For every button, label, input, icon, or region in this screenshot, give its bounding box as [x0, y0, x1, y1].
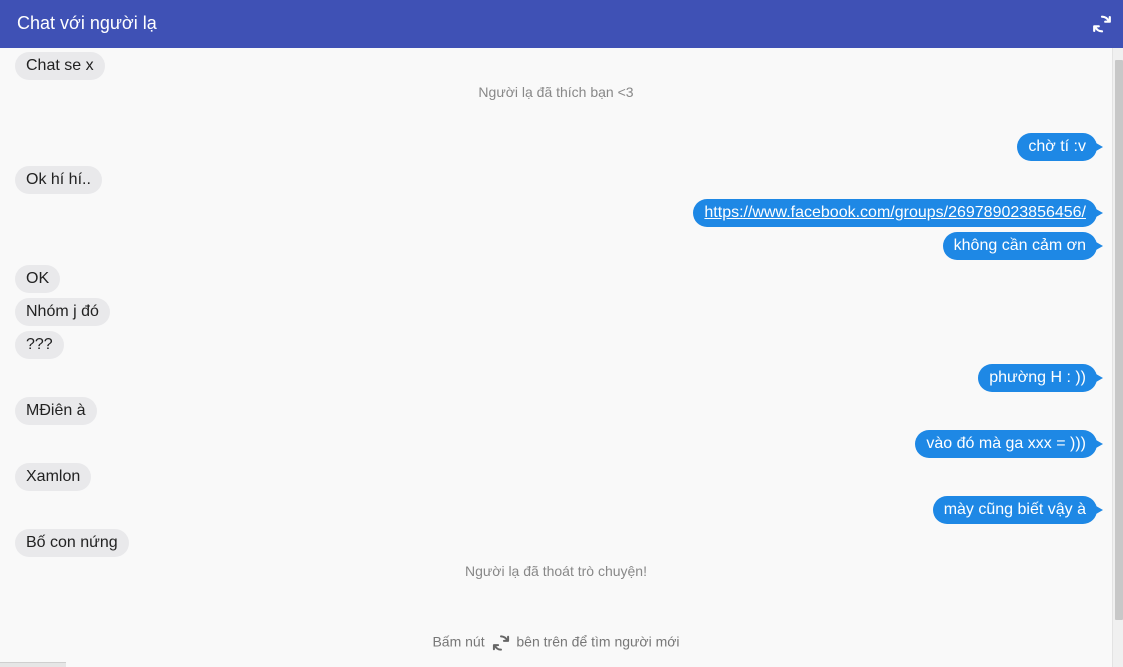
- app-header: Chat với người lạ: [0, 0, 1123, 48]
- outgoing-message: không cần cảm ơn: [942, 232, 1104, 260]
- chat-messages[interactable]: Chat se x Người lạ đã thích bạn <3 chờ t…: [0, 48, 1112, 615]
- outgoing-message: chờ tí :v: [1017, 133, 1103, 161]
- system-notice: Người lạ đã thoát trò chuyện!: [465, 563, 647, 579]
- incoming-message: Bố con nứng: [15, 529, 129, 557]
- incoming-message: Xamlon: [15, 463, 92, 491]
- incoming-message: MĐiên à: [15, 397, 97, 425]
- incoming-message: OK: [15, 265, 61, 293]
- chat-scrollbar[interactable]: [1112, 48, 1123, 667]
- footer-hint: Bấm nút bên trên để tìm người mới: [0, 615, 1112, 667]
- outgoing-message: https://www.facebook.com/groups/26978902…: [693, 199, 1103, 227]
- page-title: Chat với người lạ: [17, 13, 157, 33]
- outgoing-message: vào đó mà ga xxx = ))): [915, 430, 1103, 458]
- refresh-icon: [491, 633, 511, 653]
- footer-text-before: Bấm nút: [432, 633, 485, 650]
- scrollbar-thumb[interactable]: [1115, 60, 1123, 620]
- bottom-strip: [0, 662, 66, 667]
- footer-text-after: bên trên để tìm người mới: [516, 633, 680, 650]
- outgoing-message: phường H : )): [978, 364, 1103, 392]
- incoming-message: Nhóm j đó: [15, 298, 110, 326]
- system-notice: Người lạ đã thích bạn <3: [478, 84, 634, 100]
- message-link[interactable]: https://www.facebook.com/groups/26978902…: [704, 204, 1086, 221]
- refresh-icon[interactable]: [1091, 13, 1113, 35]
- incoming-message: Ok hí hí..: [15, 166, 102, 194]
- incoming-message: ???: [15, 331, 64, 359]
- incoming-message: Chat se x: [15, 52, 105, 80]
- outgoing-message: mày cũng biết vậy à: [932, 496, 1104, 524]
